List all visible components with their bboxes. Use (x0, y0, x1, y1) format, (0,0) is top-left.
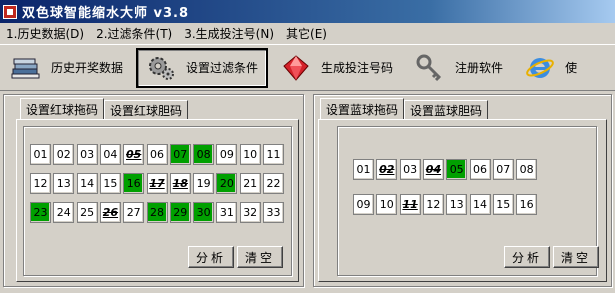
ball-05[interactable]: 05 (446, 159, 468, 180)
ball-10[interactable]: 10 (376, 194, 398, 215)
tab-red-drag[interactable]: 设置红球拖码 (20, 98, 105, 119)
ball-13[interactable]: 13 (446, 194, 468, 215)
menu-other[interactable]: 其它(E) (280, 25, 333, 42)
ball-15[interactable]: 15 (99, 173, 121, 194)
ball-02[interactable]: 02 (53, 144, 75, 165)
ball-04[interactable]: 04 (422, 159, 444, 180)
ball-01[interactable]: 01 (353, 159, 374, 180)
red-ball-panel: 设置红球拖码 设置红球胆码 01 02 03 04 05 06 07 08 09 10 11 12 13… (3, 94, 304, 287)
ball-08[interactable]: 08 (516, 159, 538, 180)
ball-12[interactable]: 12 (422, 194, 444, 215)
ball-03[interactable]: 03 (399, 159, 421, 180)
ball-13[interactable]: 13 (53, 173, 75, 194)
ball-25[interactable]: 25 (76, 202, 98, 223)
ie-button[interactable]: 使 (516, 48, 586, 88)
tab-red-bold[interactable]: 设置红球胆码 (104, 100, 189, 119)
ball-11[interactable]: 11 (399, 194, 421, 215)
ball-06[interactable]: 06 (146, 144, 168, 165)
ball-14[interactable]: 14 (469, 194, 491, 215)
ball-10[interactable]: 10 (239, 144, 261, 165)
ball-16[interactable]: 16 (516, 194, 538, 215)
app-icon (3, 4, 17, 19)
ball-17[interactable]: 17 (146, 173, 168, 194)
ball-29[interactable]: 29 (169, 202, 191, 223)
menu-bar: 1.历史数据(D) 2.过滤条件(T) 3.生成投注号(N) 其它(E) (0, 24, 615, 43)
ball-16[interactable]: 16 (123, 173, 145, 194)
books-icon (11, 54, 41, 82)
menu-generate[interactable]: 3.生成投注号(N) (178, 25, 280, 42)
ball-01[interactable]: 01 (30, 144, 51, 165)
filter-label: 设置过滤条件 (186, 61, 259, 75)
ball-20[interactable]: 20 (216, 173, 238, 194)
key-icon (415, 54, 445, 82)
ball-11[interactable]: 11 (263, 144, 284, 165)
ball-18[interactable]: 18 (169, 173, 191, 194)
generate-button[interactable]: 生成投注号码 (272, 48, 402, 88)
ball-22[interactable]: 22 (263, 173, 284, 194)
ball-27[interactable]: 27 (123, 202, 145, 223)
ball-07[interactable]: 07 (169, 144, 191, 165)
blue-ball-group: 01 02 03 04 05 06 07 08 09 10 11 12 13 14 15 16 分析 清空 (337, 126, 599, 276)
analyze-button[interactable]: 分析 (188, 246, 234, 268)
ball-23[interactable]: 23 (30, 202, 51, 223)
menu-history[interactable]: 1.历史数据(D) (0, 25, 90, 42)
filter-button[interactable]: 设置过滤条件 (136, 47, 269, 88)
tab-blue-bold[interactable]: 设置蓝球胆码 (404, 100, 489, 119)
ball-09[interactable]: 09 (353, 194, 374, 215)
window-title: 双色球智能缩水大师 v3.8 (22, 6, 190, 21)
ball-31[interactable]: 31 (216, 202, 238, 223)
ball-21[interactable]: 21 (239, 173, 261, 194)
ball-14[interactable]: 14 (76, 173, 98, 194)
clear-button[interactable]: 清空 (553, 246, 599, 268)
ball-33[interactable]: 33 (263, 202, 284, 223)
clear-button[interactable]: 清空 (237, 246, 283, 268)
partial-label: 使 (565, 61, 578, 75)
gear-icon (146, 54, 176, 82)
ball-05[interactable]: 05 (123, 144, 145, 165)
red-ball-group: 01 02 03 04 05 06 07 08 09 10 11 12 13 14 15 16 17 18 19 20… (23, 126, 292, 276)
ball-30[interactable]: 30 (193, 202, 215, 223)
title-bar: 双色球智能缩水大师 v3.8 (0, 0, 615, 23)
toolbar: 历史开奖数据 设置过滤条件 生成投注号码 注册软件 使 (0, 44, 615, 91)
blue-ball-panel: 设置蓝球拖码 设置蓝球胆码 01 02 03 04 05 06 07 08 09 10 11 12 13… (313, 94, 612, 287)
ruby-icon (281, 54, 311, 82)
blue-tab-page: 01 02 03 04 05 06 07 08 09 10 11 12 13 14 15 16 分析 清空 (318, 119, 607, 282)
ball-19[interactable]: 19 (193, 173, 215, 194)
menu-filter[interactable]: 2.过滤条件(T) (90, 25, 178, 42)
ball-15[interactable]: 15 (492, 194, 514, 215)
register-button[interactable]: 注册软件 (406, 48, 512, 88)
ball-07[interactable]: 07 (492, 159, 514, 180)
history-button[interactable]: 历史开奖数据 (2, 48, 132, 88)
ball-04[interactable]: 04 (99, 144, 121, 165)
ball-24[interactable]: 24 (53, 202, 75, 223)
generate-label: 生成投注号码 (321, 61, 394, 75)
tab-blue-drag[interactable]: 设置蓝球拖码 (320, 98, 405, 119)
ball-09[interactable]: 09 (216, 144, 238, 165)
history-label: 历史开奖数据 (51, 61, 124, 75)
ball-26[interactable]: 26 (99, 202, 121, 223)
ball-12[interactable]: 12 (30, 173, 51, 194)
ball-02[interactable]: 02 (376, 159, 398, 180)
ball-32[interactable]: 32 (239, 202, 261, 223)
ball-28[interactable]: 28 (146, 202, 168, 223)
register-label: 注册软件 (455, 61, 504, 75)
internet-explorer-icon (525, 54, 555, 82)
ball-08[interactable]: 08 (193, 144, 215, 165)
red-tab-page: 01 02 03 04 05 06 07 08 09 10 11 12 13 14 15 16 17 18 19 20… (16, 119, 299, 282)
ball-06[interactable]: 06 (469, 159, 491, 180)
analyze-button[interactable]: 分析 (504, 246, 550, 268)
ball-03[interactable]: 03 (76, 144, 98, 165)
